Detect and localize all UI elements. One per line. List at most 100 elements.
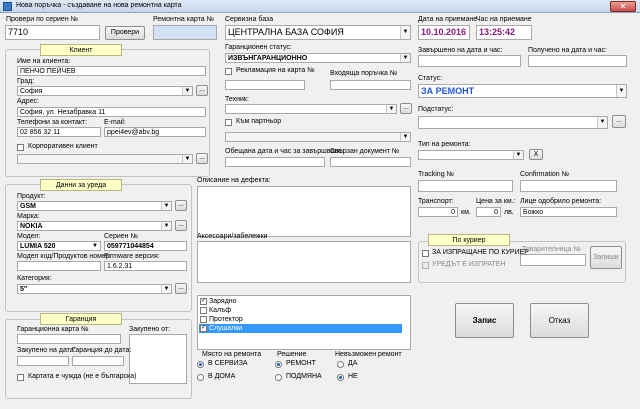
accessory-checkbox[interactable]: ✓	[200, 298, 207, 305]
dropdown-arrow-icon: ▼	[182, 87, 192, 95]
category-more-button[interactable]: ...	[175, 283, 187, 294]
accessory-item[interactable]: Протектор	[199, 315, 402, 324]
confirmation-input[interactable]	[520, 180, 617, 192]
foreign-card-checkbox[interactable]	[17, 374, 24, 381]
waybill-label: Товарителница №	[522, 246, 581, 253]
warranty-card-input[interactable]	[17, 334, 121, 344]
impossible-yes-label: ДА	[348, 360, 358, 367]
technician-select[interactable]: ▼	[225, 104, 397, 114]
corporate-client-select[interactable]: ▼	[17, 154, 193, 164]
serial-input[interactable]: 059771044854	[104, 241, 187, 251]
dropdown-arrow-icon: ▼	[400, 133, 410, 141]
repair-type-clear-button[interactable]: X	[529, 149, 543, 160]
decision-replace-radio[interactable]	[275, 374, 282, 381]
model-code-input[interactable]	[17, 261, 101, 271]
accessory-label: Зарядно	[209, 298, 237, 305]
close-button[interactable]: ✕	[610, 1, 636, 12]
firmware-input[interactable]: 1.6.2.31	[104, 261, 187, 271]
incoming-order-input[interactable]	[330, 80, 411, 90]
status-select[interactable]: ЗА РЕМОНТ ▼	[418, 84, 627, 98]
partner-label: Към партньор	[236, 118, 282, 125]
price-km-input[interactable]: 0	[476, 207, 501, 217]
partner-checkbox[interactable]	[225, 119, 232, 126]
brand-select[interactable]: NOKIA ▼	[17, 221, 172, 231]
accessory-checkbox[interactable]: ✓	[200, 325, 207, 332]
accessory-checkbox[interactable]	[200, 307, 207, 314]
transport-input[interactable]: 0	[418, 207, 458, 217]
warranty-status-select[interactable]: ИЗВЪНГАРАНЦИОННО ▼	[225, 53, 411, 63]
approved-input[interactable]: Божко	[520, 207, 617, 217]
save-button[interactable]: Запис	[455, 303, 514, 338]
courier-send-checkbox[interactable]	[422, 250, 429, 257]
model-value: LUMIA 520	[20, 243, 56, 250]
product-more-button[interactable]: ...	[175, 200, 187, 211]
repair-place-home-radio[interactable]	[197, 374, 204, 381]
warranty-until-input[interactable]	[72, 356, 124, 366]
waybill-input[interactable]	[520, 254, 586, 266]
brand-more-button[interactable]: ...	[175, 220, 187, 231]
confirmation-label: Confirmation №	[520, 171, 570, 178]
repair-place-label: Място на ремонта	[202, 351, 262, 358]
partner-select[interactable]: ▼	[225, 132, 411, 142]
accessory-item[interactable]: ✓ Слушалки	[199, 324, 402, 333]
foreign-card-label: Картата е чужда (не е българска)	[28, 373, 137, 380]
repair-place-service-radio[interactable]	[197, 361, 204, 368]
city-more-button[interactable]: ...	[196, 85, 208, 96]
bought-from-input[interactable]	[129, 334, 187, 384]
complaint-checkbox[interactable]	[225, 68, 232, 75]
received-input[interactable]	[528, 55, 627, 67]
corporate-more-button[interactable]: ...	[196, 153, 208, 164]
title-bar: Нова поръчка - създаване на нова ремонтн…	[0, 0, 640, 13]
impossible-no-radio[interactable]	[337, 374, 344, 381]
dropdown-arrow-icon: ▼	[400, 54, 410, 62]
warranty-status-label: Гаранционен статус:	[225, 44, 292, 51]
warranty-card-label: Гаранционна карта №	[17, 326, 89, 333]
courier-record-button[interactable]: Запиши	[590, 246, 622, 269]
form-body: Провери по сериен № 7710 Провери Ремонтн…	[0, 13, 640, 409]
corporate-checkbox[interactable]	[17, 144, 24, 151]
window-title: Нова поръчка - създаване на нова ремонтн…	[16, 2, 182, 9]
model-label: Модел:	[17, 233, 41, 240]
accessories-textarea[interactable]	[197, 241, 411, 283]
receive-time-input[interactable]: 13:25:42	[476, 25, 532, 40]
device-header: Данни за уреда	[40, 179, 122, 191]
accessory-item[interactable]: ✓ Зарядно	[199, 297, 402, 306]
transport-label: Транспорт:	[418, 198, 454, 205]
substatus-select[interactable]: ▼	[418, 116, 608, 129]
received-label: Получено на дата и час:	[528, 47, 607, 54]
cancel-button[interactable]: Отказ	[530, 303, 589, 338]
accessories-list[interactable]: ✓ Зарядно Калъф Протектор ✓ Слушалки	[197, 295, 411, 350]
impossible-no-label: НЕ	[348, 373, 358, 380]
decision-repair-radio[interactable]	[275, 361, 282, 368]
email-input[interactable]: ppei4ev@abv.bg	[104, 127, 206, 137]
product-select[interactable]: GSM ▼	[17, 201, 172, 211]
accessory-checkbox[interactable]	[200, 316, 207, 323]
promised-date-input[interactable]	[225, 157, 325, 167]
accessory-item[interactable]: Калъф	[199, 306, 402, 315]
model-select[interactable]: LUMIA 520 ▼	[17, 241, 101, 251]
price-km-label: Цена за км.:	[476, 198, 516, 205]
substatus-more-button[interactable]: ...	[612, 115, 626, 128]
technician-more-button[interactable]: ...	[400, 103, 412, 114]
repair-type-select[interactable]: ▼	[418, 150, 524, 160]
impossible-yes-radio[interactable]	[337, 361, 344, 368]
check-button[interactable]: Провери	[105, 26, 145, 40]
phone-input[interactable]: 02 856 32 11	[17, 127, 101, 137]
service-base-select[interactable]: ЦЕНТРАЛНА БАЗА СОФИЯ ▼	[225, 25, 411, 40]
defect-textarea[interactable]	[197, 186, 411, 237]
client-name-input[interactable]: ПЕНЧО ПЕЙЧЕВ	[17, 66, 206, 76]
category-select[interactable]: 5" ▼	[17, 284, 172, 294]
city-select[interactable]: София ▼	[17, 86, 193, 96]
bought-from-label: Закупено от:	[129, 326, 171, 333]
linked-doc-input[interactable]	[330, 157, 411, 167]
technician-label: Техник:	[225, 96, 249, 103]
bought-date-input[interactable]	[17, 356, 69, 366]
receive-date-input[interactable]: 10.10.2016	[418, 25, 470, 40]
tracking-input[interactable]	[418, 180, 513, 192]
courier-sent-checkbox[interactable]	[422, 262, 429, 269]
address-input[interactable]: София, ул. Незабравка 11	[17, 107, 206, 117]
complaint-card-input[interactable]	[225, 80, 305, 90]
repair-card-input[interactable]	[153, 25, 217, 40]
completed-input[interactable]	[418, 55, 521, 67]
check-serial-input[interactable]: 7710	[5, 25, 100, 40]
